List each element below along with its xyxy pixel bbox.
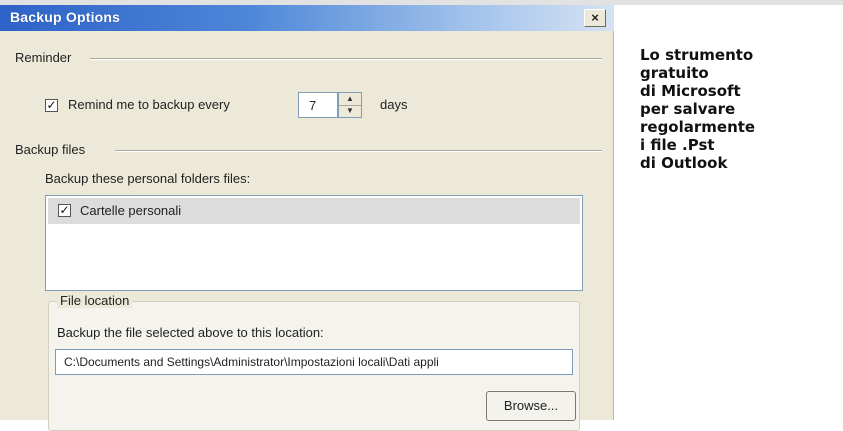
close-icon: × — [591, 10, 599, 25]
personal-folders-list[interactable]: ✓ Cartelle personali — [45, 195, 583, 291]
caption: Lo strumento gratuito di Microsoft per s… — [640, 46, 835, 172]
interval-spinner[interactable]: ▲ ▼ — [338, 92, 362, 118]
close-button[interactable]: × — [584, 9, 606, 27]
caption-line: per salvare — [640, 100, 736, 118]
location-description: Backup the file selected above to this l… — [57, 325, 324, 340]
interval-input[interactable]: 7 — [298, 92, 338, 118]
location-path-field[interactable]: C:\Documents and Settings\Administrator\… — [55, 349, 573, 375]
backup-files-group-label: Backup files — [15, 142, 86, 157]
interval-value: 7 — [309, 98, 317, 113]
caption-line: regolarmente — [640, 118, 756, 136]
file-location-group-label: File location — [57, 293, 133, 308]
backup-files-separator — [115, 150, 602, 152]
caption-line: gratuito — [640, 64, 709, 82]
arrow-down-icon: ▼ — [346, 106, 354, 115]
arrow-up-icon: ▲ — [346, 94, 354, 103]
title-bar[interactable]: Backup Options × — [0, 5, 614, 31]
remind-checkbox[interactable]: ✓ — [45, 99, 58, 112]
dialog-title: Backup Options — [10, 9, 121, 25]
caption-line: Lo strumento — [640, 46, 754, 64]
interval-unit: days — [380, 97, 408, 112]
reminder-group-label: Reminder — [15, 50, 72, 65]
backup-options-dialog: Backup Options × Reminder ✓ Remind me to… — [0, 5, 614, 431]
reminder-separator — [90, 58, 602, 60]
folder-checkbox[interactable]: ✓ — [58, 204, 71, 217]
list-item[interactable]: ✓ Cartelle personali — [48, 198, 580, 224]
personal-folders-label: Backup these personal folders files: — [45, 171, 251, 186]
caption-line: i file .Pst — [640, 136, 715, 154]
caption-line: di Microsoft — [640, 82, 741, 100]
browse-button[interactable]: Browse... — [486, 391, 576, 421]
location-path-value: C:\Documents and Settings\Administrator\… — [64, 355, 439, 369]
spin-down-button[interactable]: ▼ — [339, 105, 361, 117]
checkmark-icon: ✓ — [46, 98, 57, 112]
list-item-label: Cartelle personali — [80, 203, 182, 218]
caption-line: di Outlook — [640, 154, 728, 172]
remind-label: Remind me to backup every — [68, 97, 230, 112]
checkmark-icon: ✓ — [59, 203, 70, 217]
